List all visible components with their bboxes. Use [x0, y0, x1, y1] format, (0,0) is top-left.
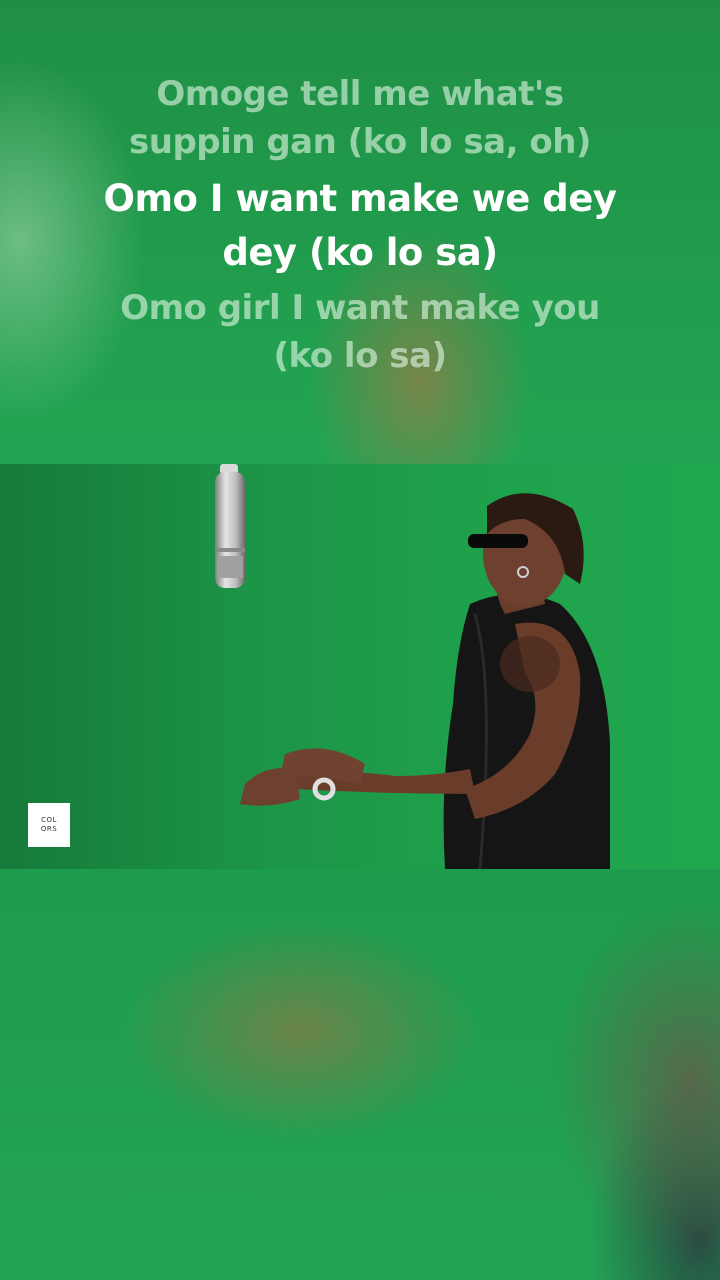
lyric-previous-line-2: suppin gan (ko lo sa, oh) [129, 122, 591, 162]
logo-text-top: COL [41, 816, 57, 824]
video-player[interactable]: COL ORS [0, 464, 720, 869]
lyric-next-line-2: (ko lo sa) [273, 336, 447, 376]
lyric-previous-line-1: Omoge tell me what's [156, 74, 564, 114]
lyrics-panel: Omoge tell me what's suppin gan (ko lo s… [0, 70, 720, 380]
colors-logo: COL ORS [28, 803, 70, 847]
logo-text-bottom: ORS [40, 825, 58, 833]
performer-figure [240, 493, 610, 869]
lyric-next-line-1: Omo girl I want make you [120, 288, 600, 328]
lyric-current-line-2: dey (ko lo sa) [222, 231, 498, 274]
lyric-current-line-1: Omo I want make we dey [103, 177, 617, 220]
